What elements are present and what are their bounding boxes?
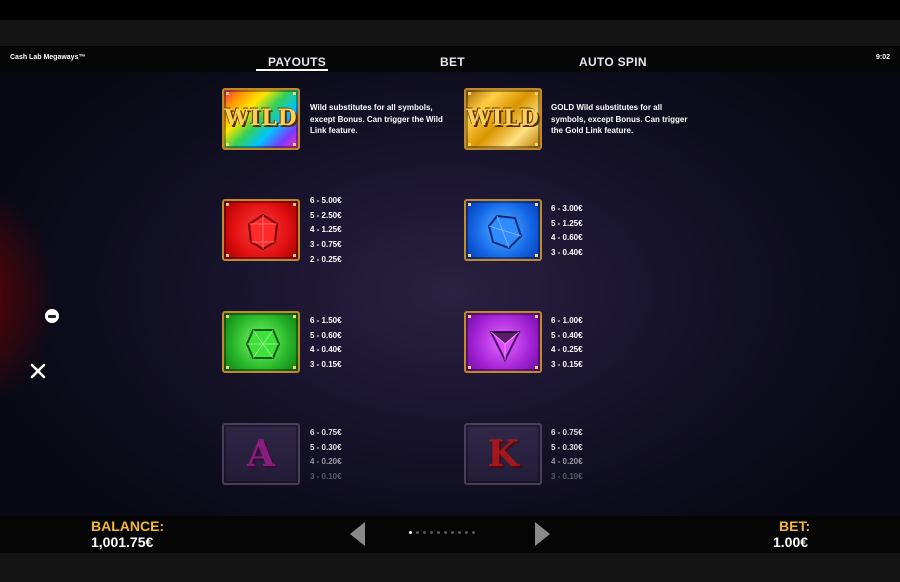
purple-gem-payouts: 6 - 1.00€ 5 - 0.40€ 4 - 0.25€ 3 - 0.15€ [551, 314, 583, 373]
green-gem-payouts: 6 - 1.50€ 5 - 0.60€ 4 - 0.40€ 3 - 0.15€ [310, 314, 342, 373]
page-dot[interactable] [472, 531, 475, 534]
red-gem-symbol-tile [222, 199, 300, 261]
page-dot[interactable] [430, 531, 433, 534]
payout-row: 3 - 0.15€ [551, 360, 583, 370]
payout-row: 6 - 5.00€ [310, 196, 342, 205]
close-icon[interactable] [29, 362, 47, 380]
blue-gem-icon [487, 214, 523, 250]
payout-row: 2 - 0.25€ [310, 254, 342, 264]
card-a-label: A [247, 433, 275, 475]
wild-symbol-label: WILD [224, 105, 298, 131]
payouts-panel[interactable]: WILD Wild substitutes for all symbols, e… [0, 72, 900, 516]
card-k-payouts: 6 - 0.75€ 5 - 0.30€ 4 - 0.20€ 3 - 0.10€ [551, 426, 583, 485]
red-gem-payouts: 6 - 5.00€ 5 - 2.50€ 4 - 1.25€ 3 - 0.75€ … [310, 194, 342, 268]
purple-gem-icon [489, 331, 521, 363]
green-gem-icon [245, 329, 281, 359]
page-dot[interactable] [458, 531, 461, 534]
payout-row: 4 - 0.20€ [551, 457, 583, 467]
bet-label: BET: [779, 518, 811, 534]
payout-row: 3 - 0.10€ [551, 472, 583, 482]
purple-gem-symbol-tile [464, 311, 542, 373]
payout-row: 6 - 1.00€ [551, 316, 583, 325]
balance-label: BALANCE: [91, 518, 165, 534]
next-page-arrow-icon[interactable] [534, 522, 550, 546]
card-k-symbol-tile: K [464, 423, 542, 485]
payout-row: 3 - 0.15€ [310, 360, 342, 370]
top-black-bar [0, 0, 900, 20]
info-icon[interactable] [45, 309, 59, 323]
tab-bet[interactable]: BET [440, 55, 465, 69]
card-a-payouts: 6 - 0.75€ 5 - 0.30€ 4 - 0.20€ 3 - 0.10€ [310, 426, 342, 485]
page-dot[interactable] [416, 531, 419, 534]
payout-row: 5 - 0.40€ [551, 330, 583, 340]
payout-row: 5 - 2.50€ [310, 210, 342, 220]
payout-row: 3 - 0.10€ [310, 472, 342, 482]
page-dot[interactable] [465, 531, 468, 534]
page-dot[interactable] [444, 531, 447, 534]
page-indicator [409, 531, 475, 534]
card-k-label: K [487, 433, 519, 475]
gold-wild-symbol-label: WILD [466, 105, 540, 131]
payout-row: 6 - 0.75€ [551, 428, 583, 437]
payout-row: 4 - 0.25€ [551, 345, 583, 355]
page-dot[interactable] [409, 531, 412, 534]
payout-row: 5 - 0.30€ [551, 442, 583, 452]
payout-row: 6 - 3.00€ [551, 204, 583, 213]
page-dot[interactable] [451, 531, 454, 534]
gold-wild-description: GOLD Wild substitutes for all symbols, e… [551, 103, 688, 135]
payout-row: 5 - 1.25€ [551, 218, 583, 228]
wild-symbol-tile: WILD [222, 88, 300, 150]
game-title: Cash Lab Megaways™ [10, 54, 86, 61]
payout-row: 4 - 0.20€ [310, 457, 342, 467]
payout-row: 3 - 0.40€ [551, 248, 583, 258]
blue-gem-payouts: 6 - 3.00€ 5 - 1.25€ 4 - 0.60€ 3 - 0.40€ [551, 202, 583, 261]
clock: 9:02 [875, 54, 890, 61]
gold-wild-symbol-tile: WILD [464, 88, 542, 150]
payout-row: 6 - 1.50€ [310, 316, 342, 325]
payout-row: 5 - 0.30€ [310, 442, 342, 452]
wild-description: Wild substitutes for all symbols, except… [310, 103, 443, 135]
payout-row: 6 - 0.75€ [310, 428, 342, 437]
red-gem-icon [247, 213, 279, 251]
tab-auto-spin[interactable]: AUTO SPIN [579, 55, 647, 69]
payout-row: 3 - 0.75€ [310, 240, 342, 250]
payout-row: 4 - 0.40€ [310, 345, 342, 355]
top-strip [0, 20, 900, 46]
payout-row: 4 - 0.60€ [551, 233, 583, 243]
bottom-strip [0, 553, 900, 582]
payout-row: 5 - 0.60€ [310, 330, 342, 340]
balance-value: 1,001.75€ [91, 534, 154, 550]
blue-gem-symbol-tile [464, 199, 542, 261]
page-dot[interactable] [423, 531, 426, 534]
previous-page-arrow-icon[interactable] [350, 522, 366, 546]
tab-payouts[interactable]: PAYOUTS [268, 55, 326, 69]
bet-value: 1.00€ [773, 534, 809, 550]
page-dot[interactable] [437, 531, 440, 534]
active-tab-indicator [256, 69, 328, 71]
green-gem-symbol-tile [222, 311, 300, 373]
card-a-symbol-tile: A [222, 423, 300, 485]
payout-row: 4 - 1.25€ [310, 225, 342, 235]
